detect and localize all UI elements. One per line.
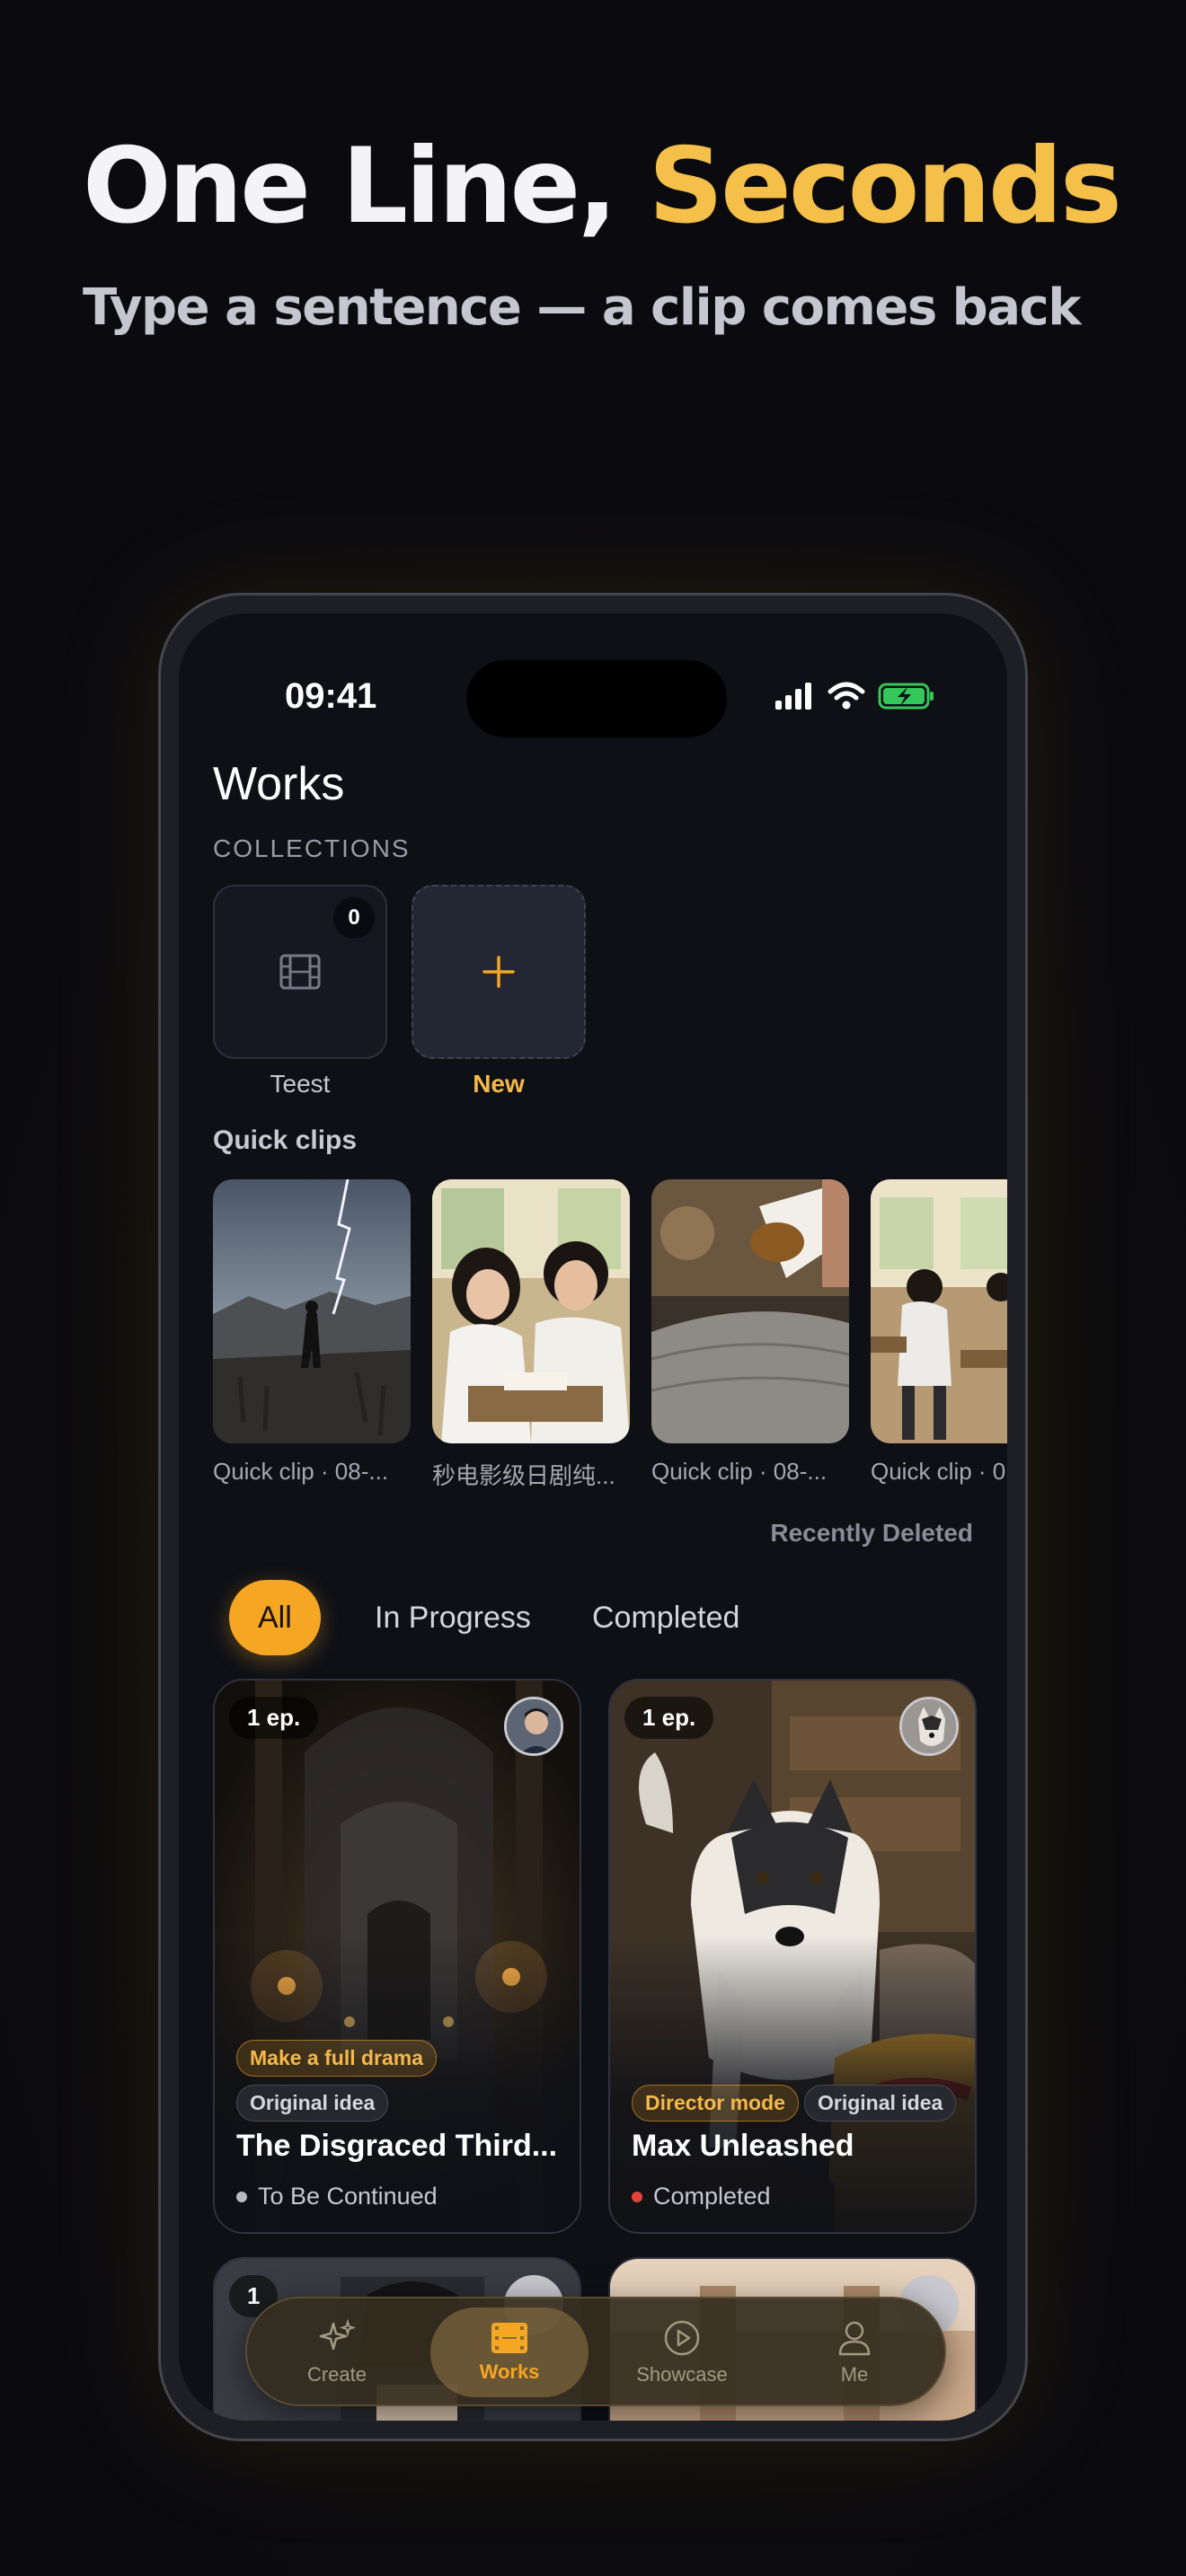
hero-title-accent: Seconds bbox=[648, 126, 1122, 247]
tab-works-label: Works bbox=[479, 2360, 540, 2383]
tab-showcase[interactable]: Showcase bbox=[603, 2307, 761, 2397]
work-tag: Make a full drama bbox=[236, 2040, 438, 2077]
quick-clip-caption: Quick clip · 08-... bbox=[651, 1458, 828, 1485]
tab-me-label: Me bbox=[840, 2363, 869, 2386]
collections-label: COLLECTIONS bbox=[213, 834, 411, 862]
tab-showcase-label: Showcase bbox=[636, 2363, 728, 2386]
dynamic-island bbox=[466, 660, 727, 737]
quick-clip-thumbnail[interactable] bbox=[651, 1179, 849, 1443]
tab-create[interactable]: Create bbox=[258, 2307, 416, 2397]
episode-badge: 1 ep. bbox=[229, 1697, 319, 1739]
quick-clip-caption: Quick clip · 08-... bbox=[213, 1458, 389, 1485]
avatar[interactable] bbox=[899, 1697, 959, 1756]
avatar[interactable] bbox=[504, 1697, 563, 1756]
page-title: Works bbox=[213, 758, 345, 810]
filter-all[interactable]: All bbox=[229, 1580, 321, 1655]
work-status-text: To Be Continued bbox=[258, 2183, 438, 2210]
work-tag: Original idea bbox=[804, 2085, 957, 2122]
work-tag: Original idea bbox=[236, 2085, 389, 2122]
quick-clip-thumbnail[interactable] bbox=[871, 1179, 1007, 1443]
play-circle-icon bbox=[664, 2320, 700, 2356]
quick-clips-label: Quick clips bbox=[213, 1125, 358, 1155]
hero-title: One Line, Seconds bbox=[83, 126, 1122, 247]
quick-clip-caption: Quick clip · 0 bbox=[871, 1458, 1006, 1485]
hero-subtitle: Type a sentence — a clip comes back bbox=[83, 278, 1081, 337]
tab-me[interactable]: Me bbox=[775, 2307, 934, 2397]
work-card[interactable]: 1 ep. Make a full drama Original idea Th… bbox=[213, 1679, 581, 2234]
status-icons bbox=[775, 682, 935, 710]
film-icon bbox=[279, 954, 321, 990]
episode-badge: 1 ep. bbox=[624, 1697, 714, 1739]
new-collection-button[interactable] bbox=[412, 885, 586, 1059]
film-strip-icon bbox=[491, 2323, 527, 2353]
status-time: 09:41 bbox=[285, 676, 377, 716]
work-title: The Disgraced Third... bbox=[236, 2129, 558, 2163]
filter-in-progress[interactable]: In Progress bbox=[346, 1580, 560, 1655]
sparkles-icon bbox=[319, 2318, 357, 2351]
quick-clip-thumbnail[interactable] bbox=[432, 1179, 630, 1443]
recently-deleted-link[interactable]: Recently Deleted bbox=[770, 1519, 973, 1548]
work-status-text: Completed bbox=[653, 2183, 771, 2210]
status-dot bbox=[236, 2191, 247, 2202]
work-status: To Be Continued bbox=[236, 2183, 438, 2210]
wifi-icon bbox=[828, 682, 865, 710]
quick-clip-thumbnail[interactable] bbox=[213, 1179, 411, 1443]
collection-name: Teest bbox=[270, 1070, 331, 1098]
tab-create-label: Create bbox=[306, 2363, 367, 2386]
collection-count-badge: 0 bbox=[333, 897, 375, 939]
new-collection-label: New bbox=[473, 1070, 525, 1098]
bottom-tab-bar: Create Works Showcase Me bbox=[245, 2297, 946, 2406]
cellular-signal-icon bbox=[775, 683, 811, 710]
phone-frame: 09:41 Works COLLECTIONS 0 Teest New Quic… bbox=[158, 593, 1028, 2441]
plus-icon bbox=[482, 956, 515, 988]
work-status: Completed bbox=[632, 2183, 771, 2210]
status-dot bbox=[632, 2191, 642, 2202]
phone-screen: 09:41 Works COLLECTIONS 0 Teest New Quic… bbox=[179, 613, 1007, 2421]
work-title: Max Unleashed bbox=[632, 2129, 854, 2163]
tab-works[interactable]: Works bbox=[430, 2307, 589, 2397]
work-card[interactable]: 1 ep. Director mode Original idea Max Un… bbox=[608, 1679, 977, 2234]
battery-charging-icon bbox=[878, 683, 934, 710]
filter-completed[interactable]: Completed bbox=[563, 1580, 768, 1655]
collection-teest[interactable]: 0 bbox=[213, 885, 387, 1059]
hero-title-part1: One Line, bbox=[83, 126, 649, 247]
quick-clip-caption: 秒电影级日剧纯... bbox=[432, 1462, 615, 1489]
person-icon bbox=[838, 2321, 871, 2356]
work-tag: Director mode bbox=[632, 2085, 799, 2122]
